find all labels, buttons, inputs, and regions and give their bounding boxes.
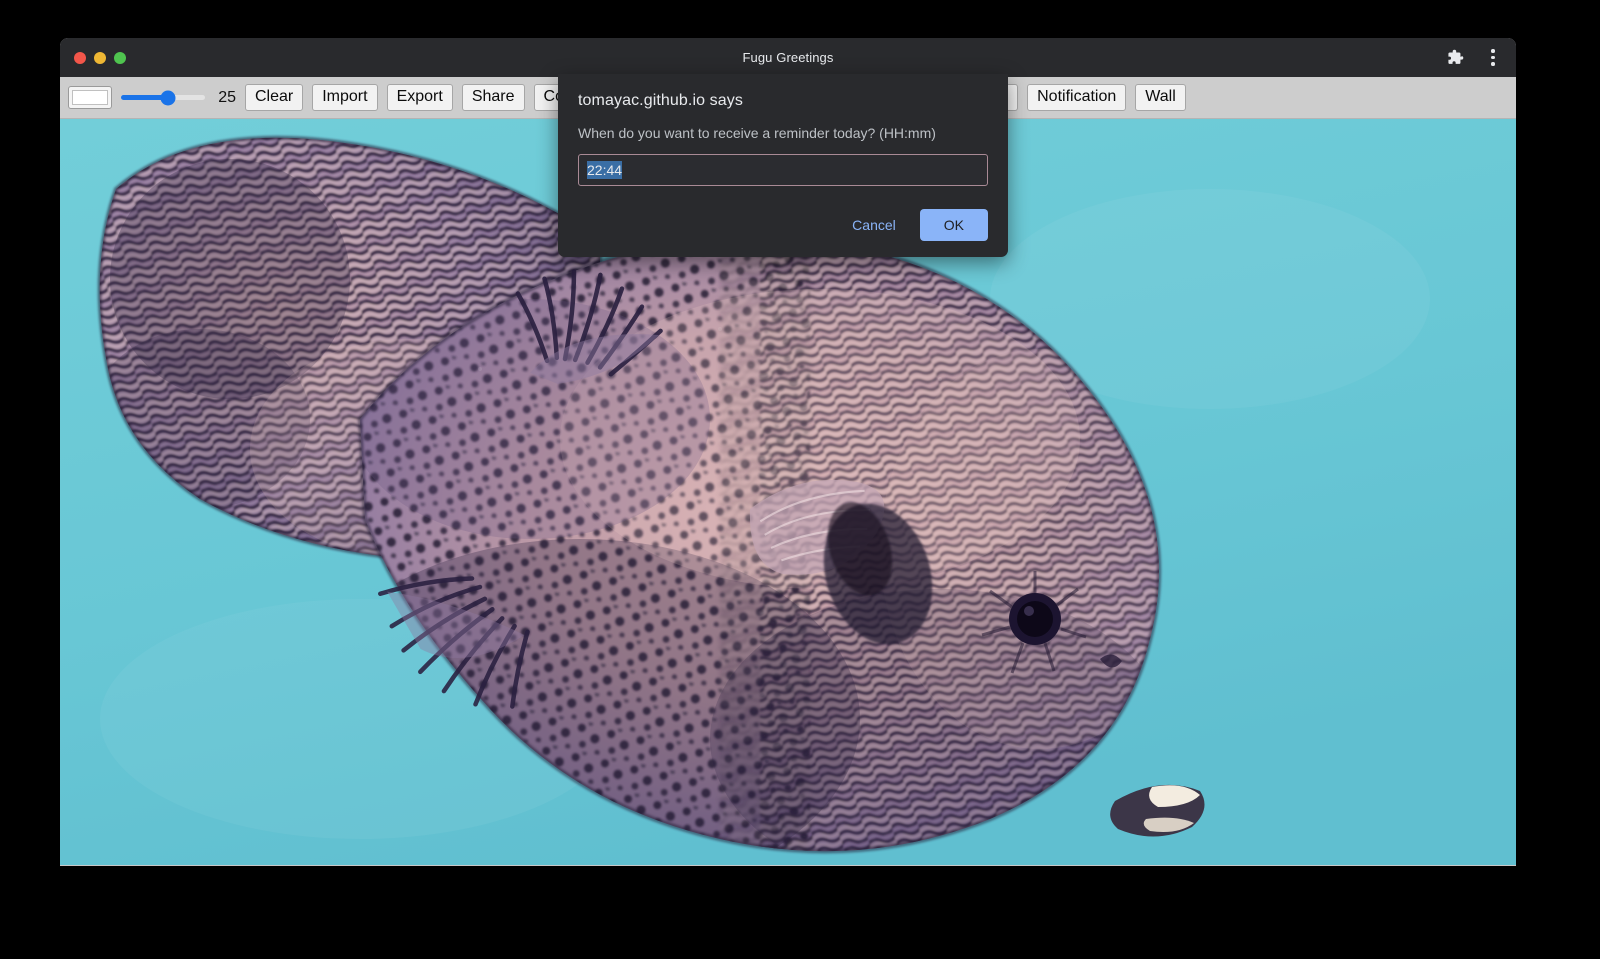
browser-menu-icon[interactable] <box>1482 47 1504 69</box>
browser-window: Fugu Greetings 25 <box>60 38 1516 866</box>
reminder-time-input[interactable]: 22:44 <box>578 154 988 186</box>
window-title: Fugu Greetings <box>60 50 1516 65</box>
share-button[interactable]: Share <box>462 84 525 112</box>
notification-button[interactable]: Notification <box>1027 84 1126 112</box>
export-button[interactable]: Export <box>387 84 453 112</box>
title-bar: Fugu Greetings <box>60 38 1516 77</box>
input-selected-text: 22:44 <box>587 161 622 179</box>
title-bar-actions <box>1444 38 1504 77</box>
color-swatch-preview <box>72 90 108 105</box>
import-button[interactable]: Import <box>312 84 377 112</box>
wall-button[interactable]: Wall <box>1135 84 1186 112</box>
stroke-width-slider[interactable] <box>121 88 205 108</box>
slider-thumb[interactable] <box>161 90 176 105</box>
cancel-button[interactable]: Cancel <box>838 209 910 241</box>
minimize-window-button[interactable] <box>94 52 106 64</box>
window-controls <box>74 52 126 64</box>
maximize-window-button[interactable] <box>114 52 126 64</box>
clear-button[interactable]: Clear <box>245 84 303 112</box>
color-picker-input[interactable] <box>68 86 112 109</box>
javascript-prompt-dialog: tomayac.github.io says When do you want … <box>558 74 1008 257</box>
ok-button[interactable]: OK <box>920 209 988 241</box>
slider-track <box>121 95 205 100</box>
dialog-actions: Cancel OK <box>578 209 988 241</box>
extensions-icon[interactable] <box>1444 47 1466 69</box>
close-window-button[interactable] <box>74 52 86 64</box>
dialog-origin-title: tomayac.github.io says <box>578 92 988 110</box>
slider-value-label: 25 <box>214 89 236 107</box>
dialog-message: When do you want to receive a reminder t… <box>578 125 988 141</box>
screen: Fugu Greetings 25 <box>0 0 1600 959</box>
kebab-dots <box>1491 49 1495 66</box>
